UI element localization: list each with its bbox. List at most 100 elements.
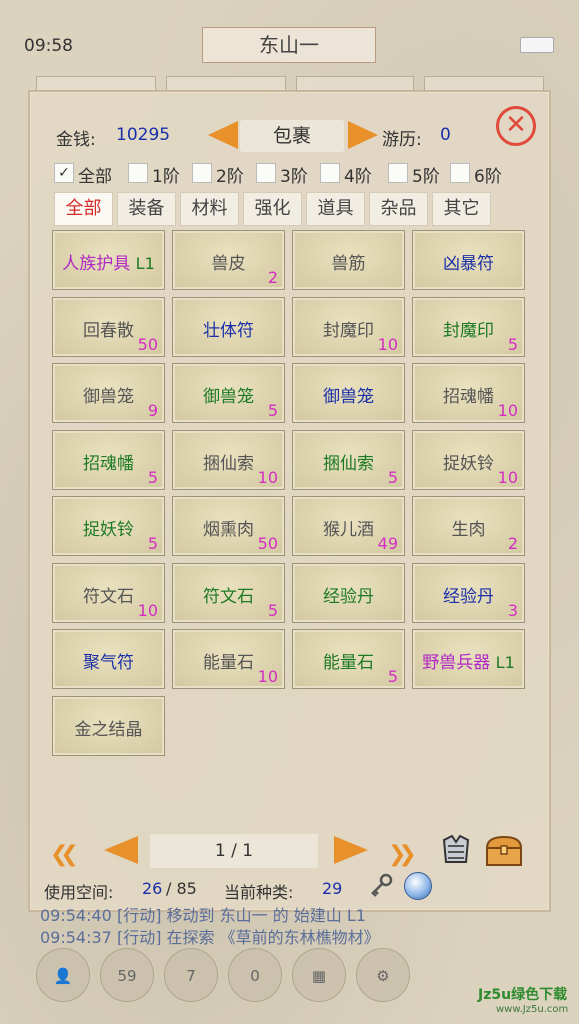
item-slot[interactable]: 符文石 10 (52, 562, 165, 623)
skill-icon[interactable]: 0 (228, 948, 282, 1002)
orb-icon[interactable] (404, 872, 432, 900)
item-count: 9 (147, 401, 158, 420)
item-slot[interactable]: 人族护具 L1 (52, 230, 165, 290)
item-name: 野兽兵器 L1 (413, 648, 524, 673)
item-slot[interactable]: 御兽笼 (292, 363, 405, 423)
item-slot[interactable]: 经验丹 3 (412, 562, 525, 623)
tab-other[interactable]: 其它 (432, 192, 491, 226)
armor-icon[interactable] (438, 832, 474, 868)
gold-label: 金钱: (56, 130, 96, 150)
bottom-toolbar: 👤 59 7 0 ▦ ⚙ (30, 942, 550, 1012)
item-count: 5 (507, 334, 518, 354)
checkbox-icon[interactable] (450, 163, 470, 183)
item-count: 10 (377, 334, 398, 354)
filter-label: 全部 (78, 167, 112, 187)
filter-label: 1阶 (152, 167, 180, 187)
filter-label: 5阶 (412, 167, 440, 187)
key-icon[interactable] (368, 872, 394, 898)
item-slot[interactable]: 御兽笼 5 (172, 363, 285, 423)
checkbox-icon[interactable] (192, 163, 212, 183)
treasure-chest-icon[interactable] (484, 834, 524, 868)
next-page-icon[interactable] (334, 836, 368, 864)
item-count: 5 (147, 467, 158, 487)
log-line: 09:54:40 [行动] 移动到 东山一 的 始建山 L1 (40, 906, 366, 925)
item-slot[interactable]: 能量石 5 (292, 629, 405, 689)
item-slot[interactable]: 捆仙索 5 (292, 429, 405, 490)
item-count: 10 (137, 600, 158, 620)
item-slot[interactable]: 捆仙索 10 (172, 429, 285, 490)
item-slot[interactable]: 御兽笼 9 (52, 363, 165, 423)
item-name-text: 野兽兵器 (422, 653, 491, 673)
settings-gear-icon[interactable]: ⚙ (356, 948, 410, 1002)
item-slot[interactable]: 聚气符 (52, 629, 165, 689)
checkbox-icon[interactable] (256, 163, 276, 183)
tab-enhance[interactable]: 强化 (243, 192, 302, 226)
map-icon[interactable]: ▦ (292, 948, 346, 1002)
item-slot[interactable]: 生肉 2 (412, 496, 525, 556)
checkbox-icon[interactable] (320, 163, 340, 183)
item-slot[interactable]: 回春散 50 (52, 296, 165, 357)
item-name: 经验丹 (323, 586, 374, 607)
item-slot[interactable]: 壮体符 (172, 296, 285, 357)
item-slot[interactable]: 兽皮 2 (172, 230, 285, 290)
kind-value: 29 (322, 879, 343, 898)
item-slot[interactable]: 凶暴符 (412, 230, 525, 290)
item-name: 壮体符 (203, 320, 254, 341)
checkbox-icon[interactable] (128, 163, 148, 183)
watermark-url: www.Jz5u.com (496, 1004, 569, 1015)
pet-level-icon[interactable]: 59 (100, 948, 154, 1002)
item-name: 兽筋 (331, 254, 366, 274)
tab-equipment[interactable]: 装备 (117, 192, 176, 226)
location-title[interactable]: 东山一 (202, 27, 376, 63)
clock: 09:58 (24, 36, 73, 56)
item-level: L1 (495, 653, 515, 672)
item-slot[interactable]: 金之结晶 (52, 695, 165, 756)
item-count: 50 (257, 534, 278, 553)
checkbox-icon[interactable]: ✓ (54, 163, 74, 183)
item-slot[interactable]: 野兽兵器 L1 (412, 629, 525, 689)
item-count: 10 (497, 401, 518, 420)
last-page-icon[interactable]: ❯❯ (388, 842, 417, 867)
space-used: 26 (142, 879, 163, 898)
item-count: 2 (267, 268, 278, 287)
item-slot[interactable]: 招魂幡 10 (412, 363, 525, 423)
item-count: 10 (497, 467, 518, 487)
prev-bag-arrow-icon[interactable] (208, 121, 238, 149)
item-slot[interactable]: 捉妖铃 10 (412, 429, 525, 490)
tab-misc[interactable]: 杂品 (369, 192, 428, 226)
item-count: 50 (137, 334, 158, 354)
item-count: 49 (377, 534, 398, 553)
next-bag-arrow-icon[interactable] (348, 121, 378, 149)
item-slot[interactable]: 封魔印 5 (412, 296, 525, 357)
filter-label: 4阶 (344, 167, 372, 187)
close-icon[interactable]: ✕ (496, 106, 536, 146)
prev-page-icon[interactable] (104, 836, 138, 864)
item-name: 凶暴符 (443, 254, 494, 274)
item-slot[interactable]: 猴儿酒 49 (292, 496, 405, 556)
bag-panel: 金钱: 10295 包裹 游历: 0 ✕ ✓ 全部 1阶 2阶 3阶 4阶 5阶 (28, 90, 551, 912)
exp-label: 游历: (382, 130, 422, 150)
item-slot[interactable]: 能量石 10 (172, 629, 285, 689)
tab-materials[interactable]: 材料 (180, 192, 239, 226)
space-label: 使用空间: (44, 883, 114, 902)
wings-icon[interactable]: 7 (164, 948, 218, 1002)
item-slot[interactable]: 烟熏肉 50 (172, 496, 285, 556)
item-count: 5 (267, 600, 278, 620)
item-count: 3 (507, 600, 518, 620)
item-slot[interactable]: 封魔印 10 (292, 296, 405, 357)
checkbox-icon[interactable] (388, 163, 408, 183)
first-page-icon[interactable]: ❮❮ (50, 842, 79, 867)
item-slot[interactable]: 招魂幡 5 (52, 429, 165, 490)
item-count: 5 (387, 467, 398, 487)
item-slot[interactable]: 捉妖铃 5 (52, 496, 165, 556)
gold-value: 10295 (116, 125, 171, 145)
item-slot[interactable]: 兽筋 (292, 230, 405, 290)
character-icon[interactable]: 👤 (36, 948, 90, 1002)
kind-label: 当前种类: (224, 883, 294, 902)
item-count: 5 (267, 401, 278, 420)
item-name: 金之结晶 (74, 719, 143, 740)
item-slot[interactable]: 符文石 5 (172, 562, 285, 623)
tab-all[interactable]: 全部 (54, 192, 113, 226)
item-slot[interactable]: 经验丹 (292, 562, 405, 623)
tab-props[interactable]: 道具 (306, 192, 365, 226)
